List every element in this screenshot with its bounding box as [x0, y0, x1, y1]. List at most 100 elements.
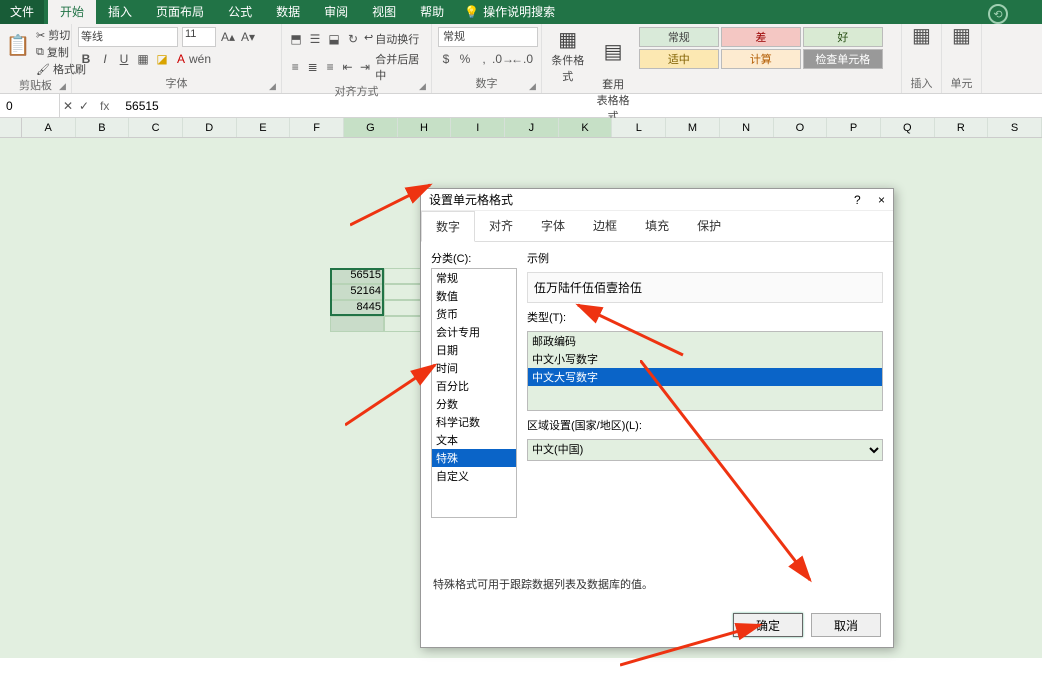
- col-P[interactable]: P: [827, 118, 881, 137]
- type-cn-lower[interactable]: 中文小写数字: [528, 350, 882, 368]
- cat-fraction[interactable]: 分数: [432, 395, 516, 413]
- style-good[interactable]: 好: [803, 27, 883, 47]
- increase-font-icon[interactable]: A▴: [220, 29, 236, 45]
- wrap-text-button[interactable]: ↩自动换行: [364, 31, 419, 47]
- italic-button[interactable]: I: [97, 51, 113, 67]
- insert-cells-button[interactable]: ▦: [908, 27, 935, 43]
- align-mid-icon[interactable]: ☰: [307, 31, 323, 47]
- align-top-icon[interactable]: ⬒: [288, 31, 304, 47]
- cell-styles-gallery[interactable]: 常规 差 好 适中 计算 检查单元格: [639, 27, 895, 69]
- col-N[interactable]: N: [720, 118, 774, 137]
- col-F[interactable]: F: [290, 118, 344, 137]
- align-launcher[interactable]: ◢: [419, 81, 429, 91]
- cat-scientific[interactable]: 科学记数: [432, 413, 516, 431]
- cat-custom[interactable]: 自定义: [432, 467, 516, 485]
- type-cn-upper[interactable]: 中文大写数字: [528, 368, 882, 386]
- type-list[interactable]: 邮政编码 中文小写数字 中文大写数字: [527, 331, 883, 411]
- cat-accounting[interactable]: 会计专用: [432, 323, 516, 341]
- dlg-tab-font[interactable]: 字体: [527, 211, 579, 241]
- fx-icon[interactable]: fx: [92, 99, 117, 113]
- comma-icon[interactable]: ,: [476, 51, 492, 67]
- dlg-tab-border[interactable]: 边框: [579, 211, 631, 241]
- col-E[interactable]: E: [237, 118, 291, 137]
- paste-icon[interactable]: 📋: [6, 27, 30, 63]
- style-normal[interactable]: 常规: [639, 27, 719, 47]
- number-launcher[interactable]: ◢: [529, 81, 539, 91]
- decrease-font-icon[interactable]: A▾: [240, 29, 256, 45]
- dlg-tab-fill[interactable]: 填充: [631, 211, 683, 241]
- category-list[interactable]: 常规 数值 货币 会计专用 日期 时间 百分比 分数 科学记数 文本 特殊 自定…: [431, 268, 517, 518]
- tab-view[interactable]: 视图: [360, 0, 408, 24]
- indent-dec-icon[interactable]: ⇤: [340, 59, 354, 75]
- underline-button[interactable]: U: [116, 51, 132, 67]
- name-box[interactable]: 0: [0, 94, 60, 117]
- align-right-icon[interactable]: ≡: [323, 59, 337, 75]
- cell-G-r3[interactable]: 8445: [330, 300, 384, 316]
- indent-inc-icon[interactable]: ⇥: [358, 59, 372, 75]
- cell-G-r2[interactable]: 52164: [330, 284, 384, 300]
- border-button[interactable]: ▦: [135, 51, 151, 67]
- fill-color-button[interactable]: ◪: [154, 51, 170, 67]
- col-R[interactable]: R: [935, 118, 989, 137]
- col-G[interactable]: G: [344, 118, 398, 137]
- enter-formula-icon[interactable]: ✓: [76, 98, 92, 114]
- cat-number[interactable]: 数值: [432, 287, 516, 305]
- conditional-format-button[interactable]: ▦ 条件格式: [548, 27, 587, 84]
- font-color-button[interactable]: A: [173, 51, 189, 67]
- cancel-button[interactable]: 取消: [811, 613, 881, 637]
- tab-help[interactable]: 帮助: [408, 0, 456, 24]
- col-I[interactable]: I: [451, 118, 505, 137]
- font-launcher[interactable]: ◢: [269, 81, 279, 91]
- col-S[interactable]: S: [988, 118, 1042, 137]
- dialog-close-button[interactable]: ×: [878, 193, 885, 207]
- style-bad[interactable]: 差: [721, 27, 801, 47]
- dec-decimal-icon[interactable]: ←.0: [514, 51, 530, 67]
- ok-button[interactable]: 确定: [733, 613, 803, 637]
- merge-center-button[interactable]: 合并后居中: [375, 51, 425, 83]
- tab-review[interactable]: 审阅: [312, 0, 360, 24]
- tab-formula[interactable]: 公式: [216, 0, 264, 24]
- col-A[interactable]: A: [22, 118, 76, 137]
- cat-general[interactable]: 常规: [432, 269, 516, 287]
- orientation-icon[interactable]: ↻: [345, 31, 361, 47]
- select-all-corner[interactable]: [0, 118, 22, 137]
- style-check[interactable]: 检查单元格: [803, 49, 883, 69]
- style-calc[interactable]: 计算: [721, 49, 801, 69]
- tab-file[interactable]: 文件: [0, 0, 44, 24]
- phonetic-button[interactable]: wén: [192, 51, 208, 67]
- inc-decimal-icon[interactable]: .0→: [495, 51, 511, 67]
- col-H[interactable]: H: [398, 118, 452, 137]
- tab-insert[interactable]: 插入: [96, 0, 144, 24]
- dlg-tab-number[interactable]: 数字: [421, 211, 475, 242]
- format-as-table-button[interactable]: ▤ 套用 表格格式: [593, 27, 632, 124]
- dialog-help-button[interactable]: ?: [854, 193, 861, 207]
- col-K[interactable]: K: [559, 118, 613, 137]
- cell-G-r1[interactable]: 56515: [330, 268, 384, 284]
- cat-text[interactable]: 文本: [432, 431, 516, 449]
- share-icon[interactable]: ⟲: [988, 4, 1008, 24]
- col-C[interactable]: C: [129, 118, 183, 137]
- font-name-select[interactable]: 等线: [78, 27, 178, 47]
- col-D[interactable]: D: [183, 118, 237, 137]
- cat-currency[interactable]: 货币: [432, 305, 516, 323]
- align-bot-icon[interactable]: ⬓: [326, 31, 342, 47]
- tell-me-search[interactable]: 💡 操作说明搜索: [456, 0, 563, 24]
- align-center-icon[interactable]: ≣: [305, 59, 319, 75]
- bold-button[interactable]: B: [78, 51, 94, 67]
- cat-time[interactable]: 时间: [432, 359, 516, 377]
- col-O[interactable]: O: [774, 118, 828, 137]
- tab-home[interactable]: 开始: [48, 0, 96, 24]
- dlg-tab-protect[interactable]: 保护: [683, 211, 735, 241]
- cat-special[interactable]: 特殊: [432, 449, 516, 467]
- delete-cells-button[interactable]: ▦: [948, 27, 975, 43]
- formula-value[interactable]: 56515: [117, 99, 158, 113]
- tab-data[interactable]: 数据: [264, 0, 312, 24]
- col-L[interactable]: L: [612, 118, 666, 137]
- cat-percent[interactable]: 百分比: [432, 377, 516, 395]
- percent-icon[interactable]: %: [457, 51, 473, 67]
- align-left-icon[interactable]: ≡: [288, 59, 302, 75]
- cancel-formula-icon[interactable]: ✕: [60, 98, 76, 114]
- style-neutral[interactable]: 适中: [639, 49, 719, 69]
- locale-select[interactable]: 中文(中国): [527, 439, 883, 461]
- cat-date[interactable]: 日期: [432, 341, 516, 359]
